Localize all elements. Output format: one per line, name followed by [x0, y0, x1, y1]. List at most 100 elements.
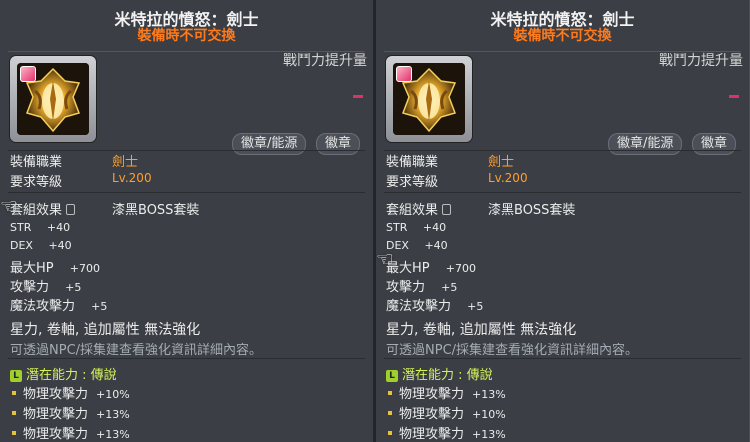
- stat-row: STR +40: [386, 221, 446, 234]
- divider: [384, 192, 741, 193]
- set-row: 套組效果 漆黑BOSS套裝: [10, 199, 199, 218]
- stat-row: 攻擊力 +5: [10, 276, 81, 295]
- stat-value: +5: [467, 300, 484, 313]
- combat-power-change: [729, 95, 739, 98]
- untradeable-notice: 裝備時不可交換: [513, 28, 612, 44]
- tooltip-comparison: 米特拉的憤怒：劍士 裝備時不可交換 戰鬥力提升量 徽章/能源 徽章 裝備職業 劍…: [0, 0, 750, 442]
- job-label: 裝備職業: [10, 155, 63, 170]
- job-value: 劍士: [112, 155, 139, 170]
- stat-value: +5: [441, 281, 458, 294]
- divider: [384, 358, 741, 359]
- untradeable-notice: 裝備時不可交換: [137, 28, 236, 44]
- stat-name: 攻擊力: [10, 280, 50, 295]
- potential-value: +13%: [96, 408, 130, 421]
- item-icon-frame[interactable]: [386, 56, 472, 142]
- bullet-icon: [388, 391, 392, 395]
- potential-name: 物理攻擊力: [399, 387, 465, 402]
- potential-value: +10%: [472, 408, 506, 421]
- potential-line: 物理攻擊力 +13%: [388, 383, 506, 402]
- bullet-icon: [12, 411, 16, 415]
- stat-value: +700: [69, 262, 100, 275]
- job-label: 裝備職業: [386, 155, 439, 170]
- stat-row: 最大HP +700: [10, 257, 100, 276]
- lock-icon: [66, 204, 76, 215]
- potential-name: 物理攻擊力: [23, 387, 89, 402]
- item-tooltip-right: 米特拉的憤怒：劍士 裝備時不可交換 戰鬥力提升量 徽章/能源 徽章 裝備職業 劍…: [376, 0, 749, 442]
- legendary-grade-icon: L: [10, 370, 22, 382]
- potential-name: 物理攻擊力: [399, 427, 465, 442]
- stat-value: +5: [91, 300, 108, 313]
- level-value: Lv.200: [112, 171, 152, 185]
- potential-header: L 潛在能力 : 傳說: [386, 364, 493, 383]
- level-row: 要求等級 Lv.200: [386, 171, 528, 190]
- potential-value: +13%: [472, 388, 506, 401]
- tag-emblem: 徽章: [316, 133, 361, 155]
- stat-row: STR +40: [10, 221, 70, 234]
- bullet-icon: [388, 411, 392, 415]
- set-label: 套組效果: [386, 203, 439, 218]
- bullet-icon: [388, 431, 392, 435]
- mitra-emblem-icon: [17, 63, 89, 135]
- stat-value: +5: [65, 281, 82, 294]
- potential-title: 潛在能力 : 傳說: [26, 368, 117, 383]
- gem-badge-icon: [396, 66, 412, 82]
- potential-name: 物理攻擊力: [23, 407, 89, 422]
- stat-row: 魔法攻擊力 +5: [386, 295, 483, 314]
- level-label: 要求等級: [10, 175, 63, 190]
- potential-value: +13%: [96, 428, 130, 441]
- stat-row: DEX +40: [10, 239, 72, 252]
- potential-line: 物理攻擊力 +10%: [12, 383, 130, 402]
- potential-line: 物理攻擊力 +10%: [388, 403, 506, 422]
- stat-row: 最大HP +700: [386, 257, 476, 276]
- enhance-note: 可透過NPC/採集建查看強化資訊詳細內容。: [10, 343, 263, 358]
- job-value: 劍士: [488, 155, 515, 170]
- potential-header: L 潛在能力 : 傳說: [10, 364, 117, 383]
- job-row: 裝備職業 劍士: [386, 151, 514, 170]
- stat-row: 魔法攻擊力 +5: [10, 295, 107, 314]
- tag-emblem-energy: 徽章/能源: [608, 133, 683, 155]
- stat-value: +40: [422, 221, 447, 234]
- divider: [8, 358, 365, 359]
- stat-value: +700: [445, 262, 476, 275]
- stat-row: 攻擊力 +5: [386, 276, 457, 295]
- stat-name: STR: [386, 221, 408, 234]
- stat-name: STR: [10, 221, 32, 234]
- combat-power-label: 戰鬥力提升量: [659, 53, 743, 69]
- combat-power-change: [353, 95, 363, 98]
- stat-name: DEX: [10, 239, 33, 252]
- potential-line: 物理攻擊力 +13%: [388, 423, 506, 442]
- set-row: 套組效果 漆黑BOSS套裝: [386, 199, 575, 218]
- stat-name: 魔法攻擊力: [10, 299, 76, 314]
- stat-name: 最大HP: [10, 261, 54, 276]
- potential-name: 物理攻擊力: [23, 427, 89, 442]
- item-tooltip-left: 米特拉的憤怒：劍士 裝備時不可交換 戰鬥力提升量 徽章/能源 徽章 裝備職業 劍…: [0, 0, 373, 442]
- set-value: 漆黑BOSS套裝: [112, 203, 200, 218]
- job-row: 裝備職業 劍士: [10, 151, 138, 170]
- level-label: 要求等級: [386, 175, 439, 190]
- tag-emblem: 徽章: [692, 133, 737, 155]
- level-row: 要求等級 Lv.200: [10, 171, 152, 190]
- tag-emblem-energy: 徽章/能源: [232, 133, 307, 155]
- lock-icon: [442, 204, 452, 215]
- enhance-flags: 星力, 卷軸, 追加屬性 無法強化: [10, 322, 201, 338]
- stat-value: +40: [424, 239, 448, 252]
- bullet-icon: [12, 391, 16, 395]
- potential-value: +13%: [472, 428, 506, 441]
- stat-value: +40: [46, 221, 71, 234]
- stat-row: DEX +40: [386, 239, 448, 252]
- potential-value: +10%: [96, 388, 130, 401]
- item-icon-frame[interactable]: [10, 56, 96, 142]
- combat-power-label: 戰鬥力提升量: [283, 53, 367, 69]
- enhance-note: 可透過NPC/採集建查看強化資訊詳細內容。: [386, 343, 639, 358]
- mitra-emblem-icon: [393, 63, 465, 135]
- hand-cursor-icon: ☜: [376, 247, 394, 271]
- stat-name: 攻擊力: [386, 280, 426, 295]
- divider: [8, 192, 365, 193]
- enhance-flags: 星力, 卷軸, 追加屬性 無法強化: [386, 322, 577, 338]
- stat-value: +40: [48, 239, 72, 252]
- potential-line: 物理攻擊力 +13%: [12, 423, 130, 442]
- bullet-icon: [12, 431, 16, 435]
- potential-line: 物理攻擊力 +13%: [12, 403, 130, 422]
- set-value: 漆黑BOSS套裝: [488, 203, 576, 218]
- level-value: Lv.200: [488, 171, 528, 185]
